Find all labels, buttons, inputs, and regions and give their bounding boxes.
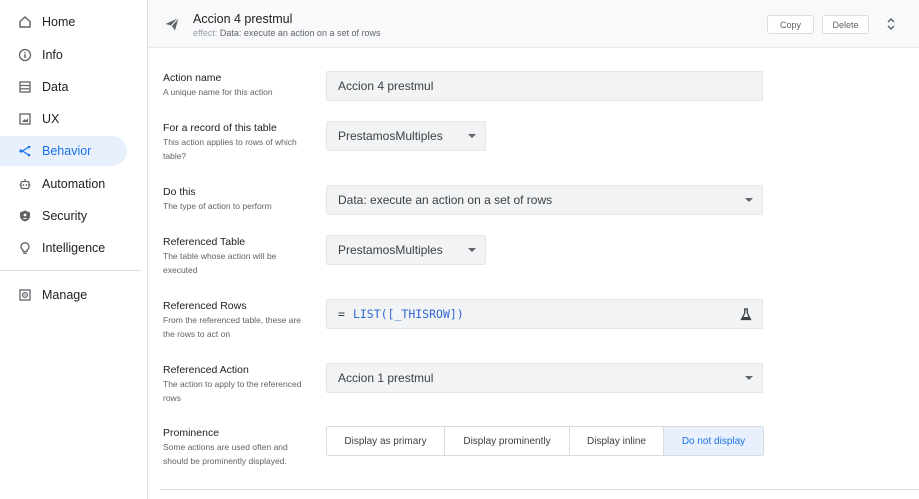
shield-icon — [17, 208, 33, 224]
do-this-label: Do this — [163, 186, 196, 198]
chevron-down-icon — [745, 376, 753, 380]
referenced-table-select[interactable]: PrestamosMultiples — [326, 235, 486, 265]
automation-icon — [17, 176, 33, 192]
sidebar-divider — [0, 270, 141, 271]
data-icon — [17, 79, 33, 95]
sidebar-item-intelligence[interactable]: Intelligence — [0, 233, 127, 263]
prominence-option-inline[interactable]: Display inline — [570, 427, 664, 455]
flask-icon[interactable] — [740, 308, 752, 321]
info-icon — [17, 47, 33, 63]
sidebar-item-label: Data — [42, 80, 69, 94]
do-this-desc: The type of action to perform — [163, 201, 272, 211]
table-value: PrestamosMultiples — [338, 129, 443, 143]
behavior-icon — [17, 143, 33, 159]
prominence-label: Prominence — [163, 427, 220, 439]
sidebar-item-info[interactable]: Info — [0, 40, 127, 70]
expression-equals: = — [338, 307, 345, 321]
chevron-down-icon — [468, 134, 476, 138]
referenced-action-desc: The action to apply to the referenced ro… — [163, 379, 302, 403]
prominence-selector: Display as primary Display prominently D… — [326, 426, 764, 456]
sidebar-item-security[interactable]: Security — [0, 201, 127, 231]
sidebar-item-behavior[interactable]: Behavior — [0, 136, 127, 166]
sidebar-item-label: Info — [42, 48, 63, 62]
referenced-action-value: Accion 1 prestmul — [338, 371, 434, 385]
expression-text: = LIST([_THISROW]) — [338, 307, 464, 321]
action-effect: effect: Data: execute an action on a set… — [193, 28, 380, 38]
referenced-table-label: Referenced Table — [163, 236, 246, 248]
lightbulb-icon — [17, 240, 33, 256]
effect-value: Data: execute an action on a set of rows — [219, 28, 381, 38]
table-select[interactable]: PrestamosMultiples — [326, 121, 486, 151]
referenced-rows-expression[interactable]: = LIST([_THISROW]) — [326, 299, 763, 329]
ux-icon — [17, 111, 33, 127]
referenced-action-label: Referenced Action — [163, 364, 249, 376]
do-this-value: Data: execute an action on a set of rows — [338, 193, 553, 207]
prominence-option-primary[interactable]: Display as primary — [327, 427, 445, 455]
prominence-desc: Some actions are used often and should b… — [163, 442, 288, 466]
panel-divider — [147, 0, 148, 499]
sidebar-item-label: Manage — [42, 288, 88, 302]
action-title: Accion 4 prestmul — [193, 12, 293, 26]
action-name-value: Accion 4 prestmul — [338, 79, 434, 93]
referenced-table-desc: The table whose action will be executed — [163, 251, 277, 275]
sidebar-item-manage[interactable]: Manage — [0, 280, 127, 310]
prominence-option-do-not-display[interactable]: Do not display — [664, 427, 763, 455]
expression-value: LIST([_THISROW]) — [352, 307, 464, 321]
referenced-table-value: PrestamosMultiples — [338, 243, 443, 257]
home-icon — [17, 14, 33, 30]
sidebar-item-automation[interactable]: Automation — [0, 169, 127, 199]
action-name-input[interactable]: Accion 4 prestmul — [326, 71, 763, 101]
chevron-down-icon — [745, 198, 753, 202]
chevron-down-icon — [468, 248, 476, 252]
sidebar-item-label: Behavior — [42, 144, 92, 158]
referenced-action-select[interactable]: Accion 1 prestmul — [326, 363, 763, 393]
copy-button[interactable]: Copy — [767, 15, 814, 34]
table-desc: This action applies to rows of which tab… — [163, 137, 297, 161]
collapse-icon[interactable] — [884, 16, 898, 32]
sidebar-item-data[interactable]: Data — [0, 72, 127, 102]
prominence-option-prominently[interactable]: Display prominently — [445, 427, 570, 455]
section-divider — [160, 489, 919, 490]
sidebar-item-home[interactable]: Home — [0, 7, 127, 37]
sidebar-item-ux[interactable]: UX — [0, 104, 127, 134]
do-this-select[interactable]: Data: execute an action on a set of rows — [326, 185, 763, 215]
action-name-desc: A unique name for this action — [163, 87, 273, 97]
sidebar-item-label: UX — [42, 112, 60, 126]
sidebar-item-label: Intelligence — [42, 241, 106, 255]
referenced-rows-desc: From the referenced table, these are the… — [163, 315, 301, 339]
action-name-label: Action name — [163, 72, 222, 84]
referenced-rows-label: Referenced Rows — [163, 300, 247, 312]
sidebar-item-label: Home — [42, 15, 76, 29]
delete-button[interactable]: Delete — [822, 15, 869, 34]
effect-key: effect: — [193, 28, 218, 38]
table-label: For a record of this table — [163, 122, 277, 134]
sidebar: Home Info Data UX Behavior Automation Se… — [0, 0, 141, 499]
manage-icon — [17, 287, 33, 303]
sidebar-item-label: Automation — [42, 177, 106, 191]
send-icon — [164, 16, 180, 32]
sidebar-item-label: Security — [42, 209, 88, 223]
